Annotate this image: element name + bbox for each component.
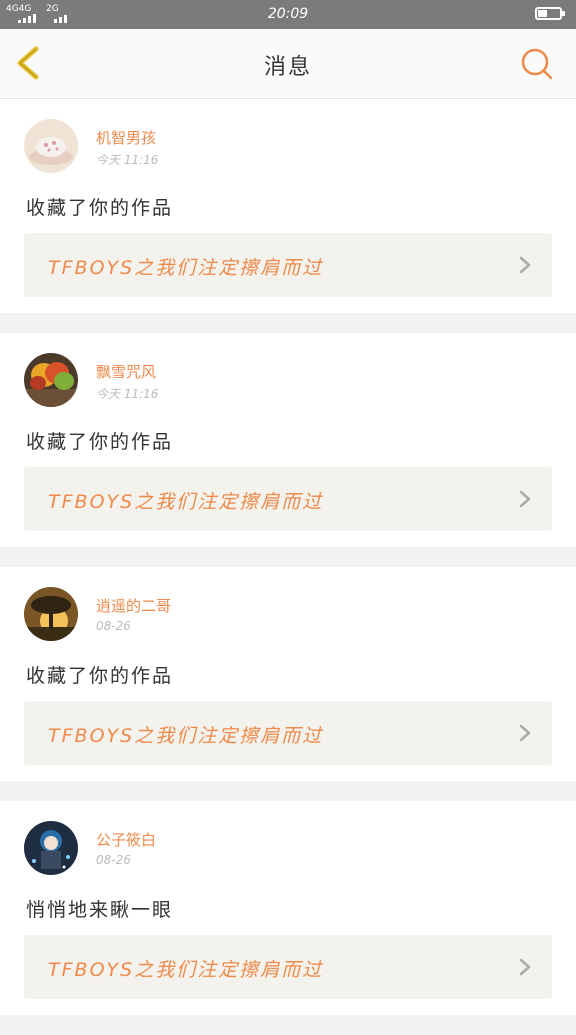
action-text: 悄悄地来瞅一眼	[26, 899, 174, 921]
work-title: TFBOYS之我们注定擦肩而过	[48, 959, 324, 981]
notification-card: 飘雪咒风 今天 11:16 收藏了你的作品 TFBOYS之我们注定擦肩而过	[0, 333, 576, 547]
notification-card: 逍遥的二哥 08-26 收藏了你的作品 TFBOYS之我们注定擦肩而过	[0, 567, 576, 781]
avatar[interactable]	[24, 119, 78, 173]
user-name[interactable]: 逍遥的二哥	[96, 595, 171, 616]
notification-card: 公子筱白 08-26 悄悄地来瞅一眼 TFBOYS之我们注定擦肩而过	[0, 801, 576, 1015]
avatar[interactable]	[24, 353, 78, 407]
user-name[interactable]: 飘雪咒风	[96, 361, 156, 382]
clock: 20:09	[267, 6, 309, 22]
avatar[interactable]	[24, 821, 78, 875]
timestamp: 08-26	[96, 853, 131, 867]
chevron-right-icon	[519, 958, 531, 976]
battery-icon	[535, 7, 565, 20]
page-title: 消息	[263, 55, 312, 80]
work-link[interactable]: TFBOYS之我们注定擦肩而过	[24, 467, 552, 531]
user-name[interactable]: 机智男孩	[96, 127, 156, 148]
chevron-right-icon	[519, 724, 531, 742]
chevron-right-icon	[519, 490, 531, 508]
timestamp: 08-26	[96, 619, 131, 633]
work-title: TFBOYS之我们注定擦肩而过	[48, 257, 324, 279]
status-bar: 4G4G 2G 20:09	[0, 0, 576, 29]
notification-card: 机智男孩 今天 11:16 收藏了你的作品 TFBOYS之我们注定擦肩而过	[0, 99, 576, 313]
battery-level	[538, 10, 547, 17]
chevron-right-icon	[519, 256, 531, 274]
header-bar: 消息	[0, 29, 576, 99]
work-link[interactable]: TFBOYS之我们注定擦肩而过	[24, 701, 552, 765]
work-link[interactable]: TFBOYS之我们注定擦肩而过	[24, 935, 552, 999]
notification-list: 机智男孩 今天 11:16 收藏了你的作品 TFBOYS之我们注定擦肩而过 飘雪…	[0, 99, 576, 1035]
action-text: 收藏了你的作品	[26, 197, 174, 219]
work-title: TFBOYS之我们注定擦肩而过	[48, 725, 324, 747]
action-text: 收藏了你的作品	[26, 431, 174, 453]
work-link[interactable]: TFBOYS之我们注定擦肩而过	[24, 233, 552, 297]
timestamp: 今天 11:16	[96, 153, 159, 167]
work-title: TFBOYS之我们注定擦肩而过	[48, 491, 324, 513]
avatar[interactable]	[24, 587, 78, 641]
search-icon[interactable]	[520, 47, 554, 81]
action-text: 收藏了你的作品	[26, 665, 174, 687]
timestamp: 今天 11:16	[96, 387, 159, 401]
user-name[interactable]: 公子筱白	[96, 829, 156, 850]
